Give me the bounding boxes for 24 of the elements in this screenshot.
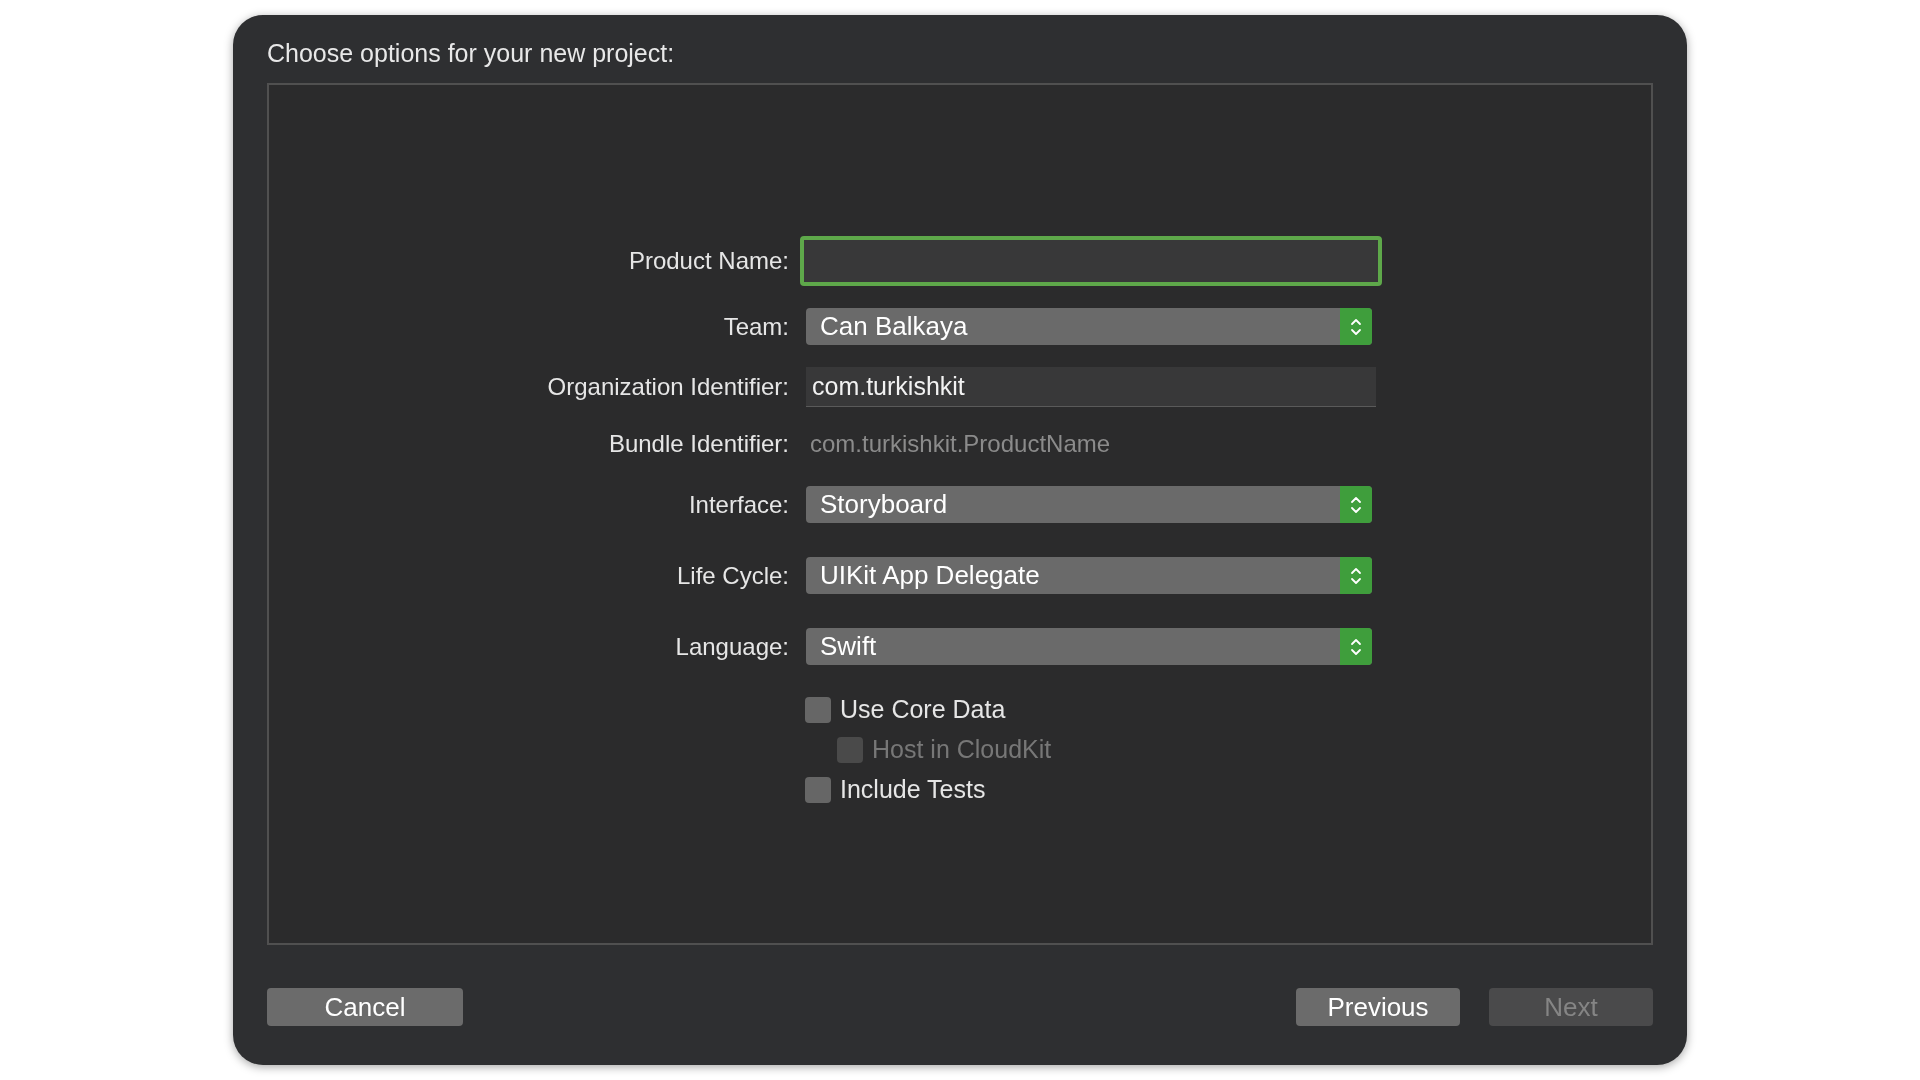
checkbox: Host in CloudKit (837, 735, 1052, 764)
field-label: Bundle Identifier: (607, 430, 789, 458)
popup-button[interactable]: Swift (806, 628, 1372, 665)
field-label: Product Name: (627, 247, 789, 275)
checkbox[interactable]: Include Tests (805, 775, 986, 804)
field-label: Organization Identifier: (546, 373, 789, 401)
field-label: Interface: (687, 490, 789, 519)
field-label: Life Cycle: (675, 561, 789, 590)
dialog-button[interactable]: Previous (1296, 988, 1460, 1026)
popup-button[interactable]: Can Balkaya (806, 308, 1372, 345)
bundle-identifier-value: com.turkishkit.ProductName (809, 429, 1111, 459)
dialog-title: Choose options for your new project: (267, 38, 676, 69)
stepper-chevrons-icon (1340, 486, 1372, 523)
text-field[interactable]: com.turkishkit (806, 367, 1376, 407)
popup-button[interactable]: Storyboard (806, 486, 1372, 523)
dialog-button[interactable]: Cancel (267, 988, 463, 1026)
popup-button[interactable]: UIKit App Delegate (806, 557, 1372, 594)
checkbox[interactable]: Use Core Data (805, 695, 1006, 724)
stepper-chevrons-icon (1340, 308, 1372, 345)
stepper-chevrons-icon (1340, 557, 1372, 594)
text-field[interactable] (800, 236, 1382, 286)
field-label: Team: (722, 312, 789, 341)
stepper-chevrons-icon (1340, 628, 1372, 665)
field-label: Language: (674, 632, 789, 661)
